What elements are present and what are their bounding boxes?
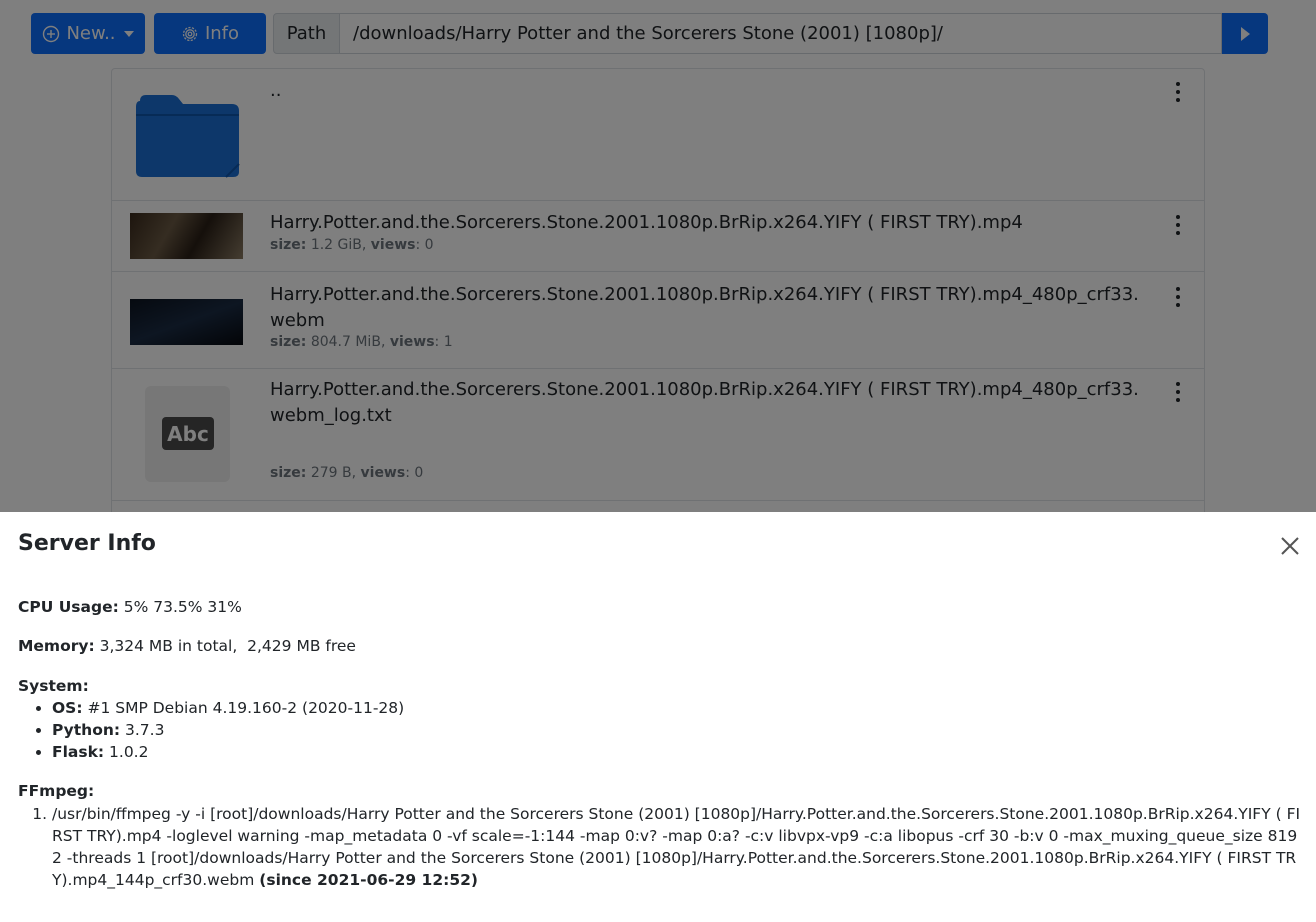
memory: Memory: 3,324 MB in total, 2,429 MB free [18,637,356,655]
ffmpeg-list: /usr/bin/ffmpeg -y -i [root]/downloads/H… [18,803,1306,891]
os-value: #1 SMP Debian 4.19.160-2 (2020-11-28) [87,699,405,717]
system-label: System: [18,677,89,695]
close-icon[interactable] [1279,535,1301,557]
page: New.. Info Path /downloads/Harry Potter … [0,0,1316,922]
flask-value: 1.0.2 [109,743,149,761]
flask-label: Flask: [52,743,105,761]
ffmpeg-job: /usr/bin/ffmpeg -y -i [root]/downloads/H… [52,803,1306,891]
cpu-usage: CPU Usage: 5% 73.5% 31% [18,598,242,616]
system-item-os: OS: #1 SMP Debian 4.19.160-2 (2020-11-28… [52,697,404,719]
ffmpeg-since: (since 2021-06-29 12:52) [259,871,478,889]
os-label: OS: [52,699,83,717]
ffmpeg-heading: FFmpeg: [18,782,94,800]
python-value: 3.7.3 [125,721,165,739]
memory-value: 3,324 MB in total, 2,429 MB free [99,637,356,655]
ffmpeg-label: FFmpeg: [18,782,95,800]
ffmpeg-command: /usr/bin/ffmpeg -y -i [root]/downloads/H… [52,805,1301,889]
system-list: OS: #1 SMP Debian 4.19.160-2 (2020-11-28… [18,697,404,763]
cpu-value: 5% 73.5% 31% [123,598,242,616]
system-item-python: Python: 3.7.3 [52,719,404,741]
python-label: Python: [52,721,121,739]
panel-title: Server Info [18,531,156,556]
cpu-label: CPU Usage: [18,598,119,616]
memory-label: Memory: [18,637,95,655]
system-heading: System: [18,677,89,695]
system-item-flask: Flask: 1.0.2 [52,741,404,763]
